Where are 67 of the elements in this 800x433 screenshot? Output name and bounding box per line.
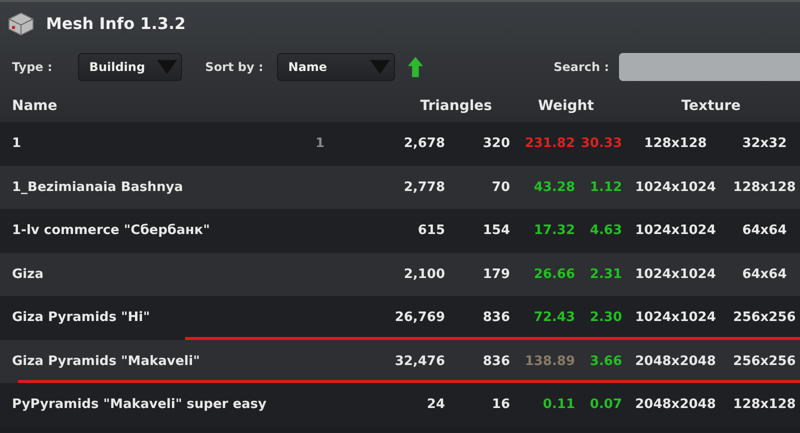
table-row[interactable]: Giza Pyramids "Makaveli" 32,476 836 138.89 3.66 2048x2048 256x256 <box>0 340 800 383</box>
column-header: Triangles <box>420 98 492 114</box>
column-header: Weight <box>538 98 594 114</box>
table-cell-text: 2,778 <box>402 180 445 195</box>
table-cell-text: 16 <box>490 397 510 412</box>
weight-cell-text: 1.12 <box>588 180 622 195</box>
name-cell-text: 1-lv commerce "Сбербанк" <box>11 223 211 238</box>
table-cell-text: 2048x2048 <box>634 397 717 412</box>
table-row[interactable]: 1_Bezimianaia Bashnya 2,778 70 43.28 1.12 1024x1024 128x128 <box>0 166 800 209</box>
table-cell-text: 32,476 <box>394 354 445 369</box>
table-cell-text: 154 <box>482 223 510 238</box>
sort-dropdown[interactable]: Name <box>277 53 395 81</box>
table-cell-text: 320 <box>482 136 510 152</box>
table-cell-text: 1024x1024 <box>634 266 717 282</box>
name-cell-text: Giza <box>11 266 44 282</box>
table-cell-text: 24 <box>426 397 445 412</box>
table-cell-text: 128x128 <box>732 397 797 412</box>
weight-cell-text: 26.66 <box>532 266 575 282</box>
table-row[interactable]: Giza 2,100 179 26.66 2.31 1024x1024 64x64 <box>0 252 800 296</box>
table-cell-text: 1024x1024 <box>634 310 717 326</box>
search-field[interactable] <box>619 53 800 81</box>
sort-arrow-icon[interactable] <box>406 54 424 80</box>
table-cell-text: 128x128 <box>732 180 797 195</box>
column-header: Name <box>11 98 58 114</box>
weight-cell-text: 2.31 <box>588 266 622 282</box>
name-cell-text: Giza Pyramids "Makaveli" <box>11 354 201 369</box>
weight-cell-text: 2.30 <box>588 310 622 326</box>
table-cell-text: 70 <box>490 180 510 195</box>
table-cell-text: 128x128 <box>643 136 708 152</box>
table-cell: 1 <box>315 136 325 152</box>
table-cell-text: 64x64 <box>741 266 788 282</box>
search-label: Search : <box>554 60 609 74</box>
window-title: Mesh Info 1.3.2 <box>46 14 186 32</box>
name-cell-text: 1_Bezimianaia Bashnya <box>11 180 184 195</box>
name-cell-text: 1 <box>11 136 22 152</box>
table-cell-text: 1024x1024 <box>634 223 717 238</box>
table-cell-text: 179 <box>482 266 510 282</box>
weight-cell-text: 30.33 <box>580 136 622 152</box>
table-cell-text: 32x32 <box>741 136 788 152</box>
table-cell-text: 2048x2048 <box>634 354 717 369</box>
name-cell-text: PyPyramids "Makaveli" super easy <box>11 397 268 412</box>
weight-cell-text: 138.89 <box>524 354 575 369</box>
type-label: Type : <box>12 60 52 74</box>
column-header: Texture <box>681 98 741 114</box>
weight-cell-text: 3.66 <box>588 354 622 369</box>
table-cell-text: 2,678 <box>402 136 445 152</box>
type-dropdown[interactable]: Building <box>78 53 182 81</box>
table-cell-text: 1024x1024 <box>634 180 717 195</box>
table-cell-text: 2,100 <box>402 266 445 282</box>
weight-cell-text: 43.28 <box>532 180 575 195</box>
name-cell-text: Giza Pyramids "Hi" <box>11 310 151 326</box>
table-row[interactable]: 1-lv commerce "Сбербанк" 615 154 17.32 4.63 1024x1024 64x64 <box>0 209 800 252</box>
weight-cell-text: 0.11 <box>542 397 575 412</box>
weight-cell-text: 4.63 <box>588 223 622 238</box>
table-cell-text: 615 <box>416 223 445 238</box>
weight-cell-text: 17.32 <box>532 223 575 238</box>
table-cell-text: 64x64 <box>741 223 788 238</box>
weight-cell-text: 0.07 <box>588 397 622 412</box>
sort-label: Sort by : <box>205 60 264 74</box>
table-cell-text: 836 <box>482 354 510 369</box>
table-cell-text: 256x256 <box>732 310 797 326</box>
table-row[interactable]: 1 1 2,678 320 231.82 30.33 128x128 32x32 <box>0 122 800 166</box>
table-cell-text: 26,769 <box>394 310 445 326</box>
table-cell-text: 836 <box>482 310 510 326</box>
table-cell-text: 256x256 <box>732 354 797 369</box>
weight-cell-text: 72.43 <box>532 310 575 326</box>
weight-cell-text: 231.82 <box>524 136 575 152</box>
